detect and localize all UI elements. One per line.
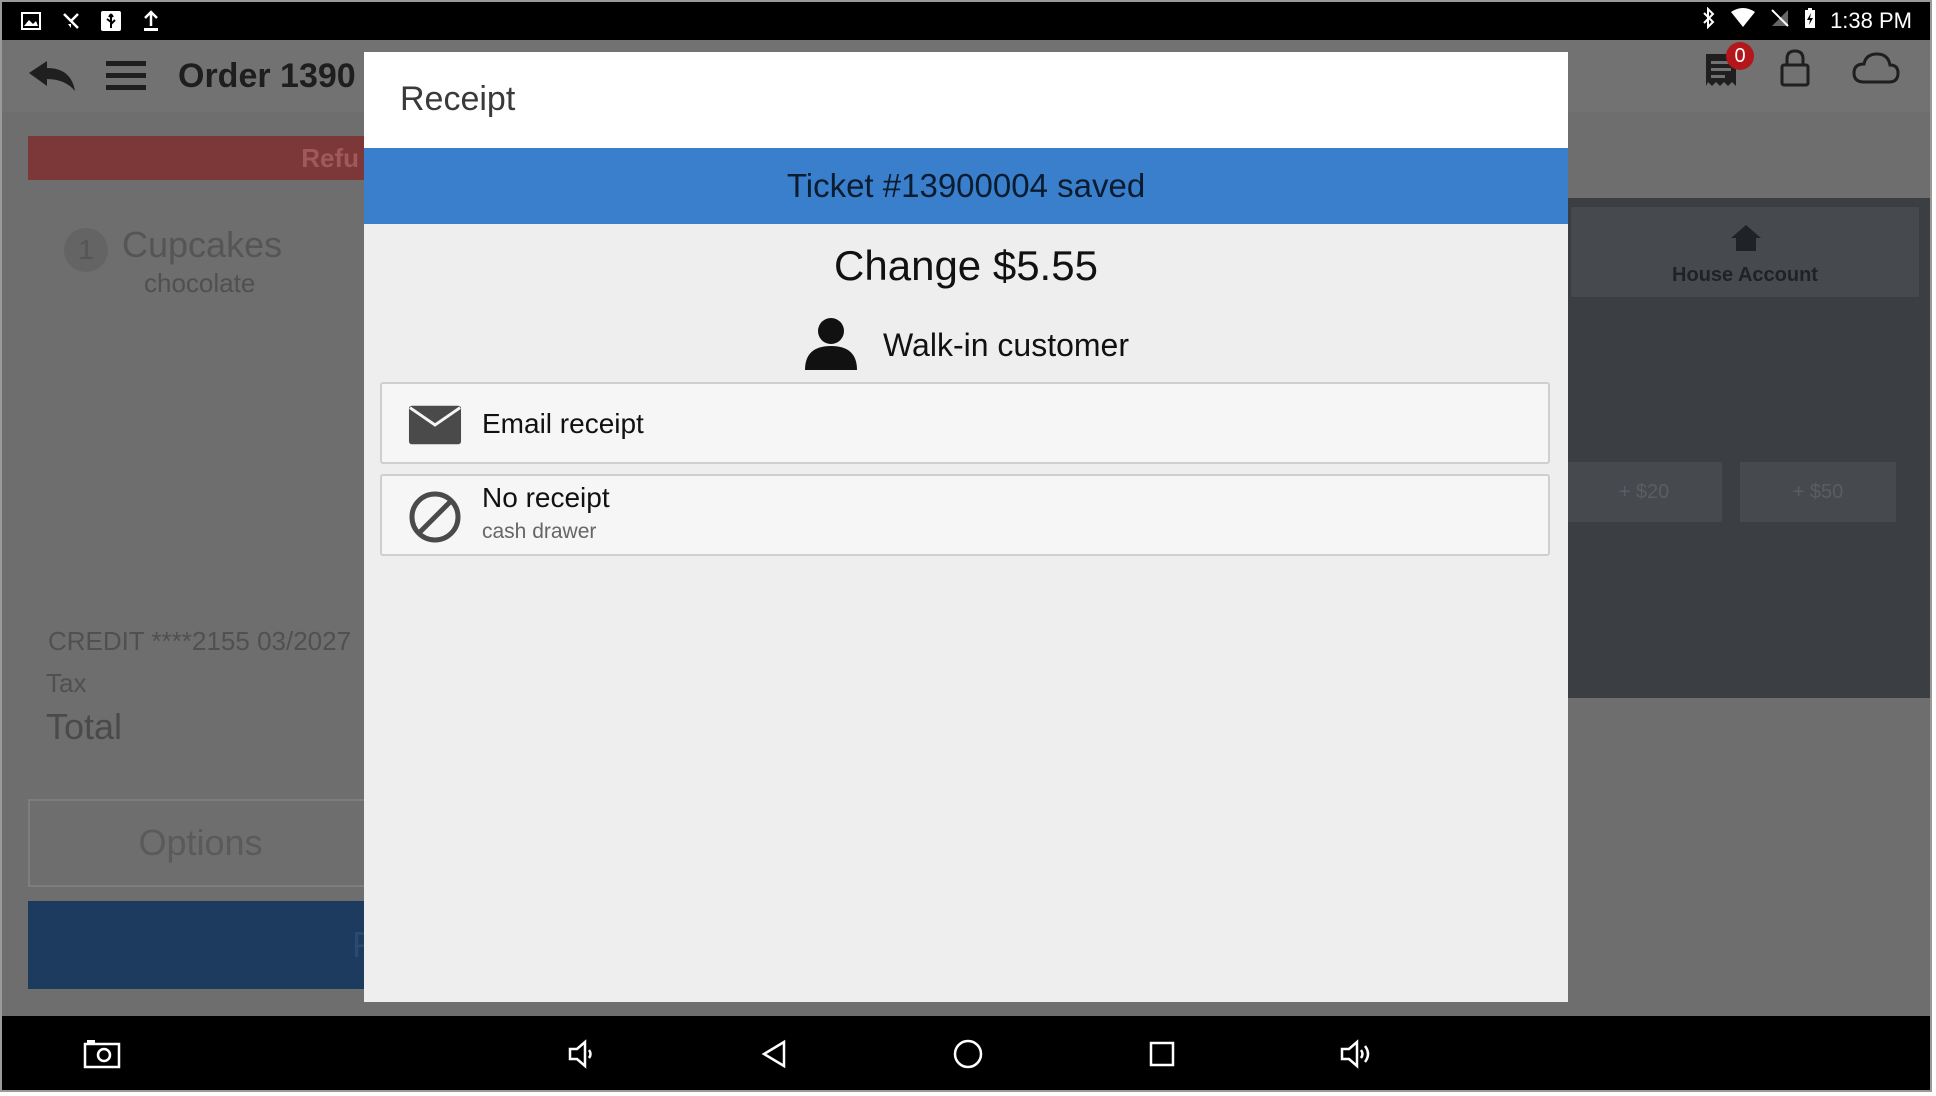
- customer-name: Walk-in customer: [883, 327, 1129, 363]
- back-icon[interactable]: [24, 48, 80, 104]
- upload-icon: [140, 10, 162, 32]
- notification-badge: 0: [1726, 42, 1754, 70]
- email-receipt-button[interactable]: Email receipt: [380, 382, 1550, 464]
- menu-icon[interactable]: [98, 48, 154, 104]
- refund-banner: Refu: [28, 136, 373, 180]
- no-entry-icon: [408, 490, 462, 544]
- recents-nav-icon[interactable]: [1142, 1034, 1182, 1074]
- wifi-icon: [1730, 8, 1756, 34]
- change-amount: Change $5.55: [834, 242, 1098, 289]
- payment-methods-panel: House Account + $20 + $50: [1564, 198, 1930, 698]
- envelope-icon: [408, 398, 462, 452]
- receipt-dialog: Receipt Ticket #13900004 saved Change $5…: [364, 52, 1568, 1002]
- item-variant: chocolate: [144, 268, 256, 298]
- mute-icon: [60, 10, 82, 32]
- no-receipt-sublabel: cash drawer: [482, 520, 597, 543]
- volume-up-icon[interactable]: [1336, 1034, 1376, 1074]
- no-receipt-button[interactable]: No receipt cash drawer: [380, 474, 1550, 556]
- cash-button-50[interactable]: + $50: [1740, 462, 1896, 522]
- lock-icon[interactable]: [1780, 49, 1810, 92]
- house-account-button[interactable]: House Account: [1570, 206, 1920, 298]
- back-nav-icon[interactable]: [754, 1034, 794, 1074]
- totals-section: CREDIT ****2155 03/2027 Tax Total: [28, 626, 373, 786]
- options-button[interactable]: Options: [28, 799, 373, 887]
- screenshot-icon[interactable]: [82, 1034, 122, 1074]
- dialog-header: Receipt: [364, 52, 1568, 148]
- email-receipt-label: Email receipt: [482, 408, 644, 439]
- payment-line: CREDIT ****2155 03/2027: [48, 626, 352, 656]
- home-nav-icon[interactable]: [948, 1034, 988, 1074]
- receipt-list-icon: [1704, 54, 1738, 92]
- total-label: Total: [46, 706, 123, 747]
- order-panel: Refu 1 Cupcakes chocolate CREDIT ****215…: [28, 136, 373, 784]
- item-name: Cupcakes: [122, 224, 283, 265]
- order-title: Order 1390: [178, 56, 356, 95]
- tickets-button[interactable]: 0: [1704, 42, 1754, 93]
- battery-charging-icon: [1804, 7, 1816, 35]
- item-quantity: 1: [64, 228, 108, 272]
- bluetooth-icon: [1702, 6, 1716, 35]
- volume-down-icon[interactable]: [562, 1034, 602, 1074]
- tablet-screen: 1:38 PM Order 1390 0 Refu 1 Cupcakes cho…: [0, 0, 1932, 1092]
- usb-icon: [100, 10, 122, 32]
- cash-button-20[interactable]: + $20: [1566, 462, 1722, 522]
- house-account-label: House Account: [1672, 264, 1818, 286]
- dialog-title: Receipt: [400, 80, 516, 118]
- no-signal-icon: [1770, 8, 1790, 34]
- image-icon: [20, 10, 42, 32]
- customer-row[interactable]: Walk-in customer: [364, 316, 1568, 375]
- pay-button[interactable]: P: [28, 901, 376, 989]
- navigation-bar: [2, 1016, 1930, 1090]
- ticket-saved-banner: Ticket #13900004 saved: [364, 148, 1568, 224]
- tax-label: Tax: [46, 668, 87, 698]
- status-bar: 1:38 PM: [2, 2, 1930, 40]
- cloud-icon[interactable]: [1852, 52, 1900, 89]
- person-icon: [803, 316, 859, 375]
- no-receipt-label: No receipt: [482, 482, 610, 513]
- clock: 1:38 PM: [1830, 8, 1912, 33]
- home-icon: [1729, 223, 1763, 258]
